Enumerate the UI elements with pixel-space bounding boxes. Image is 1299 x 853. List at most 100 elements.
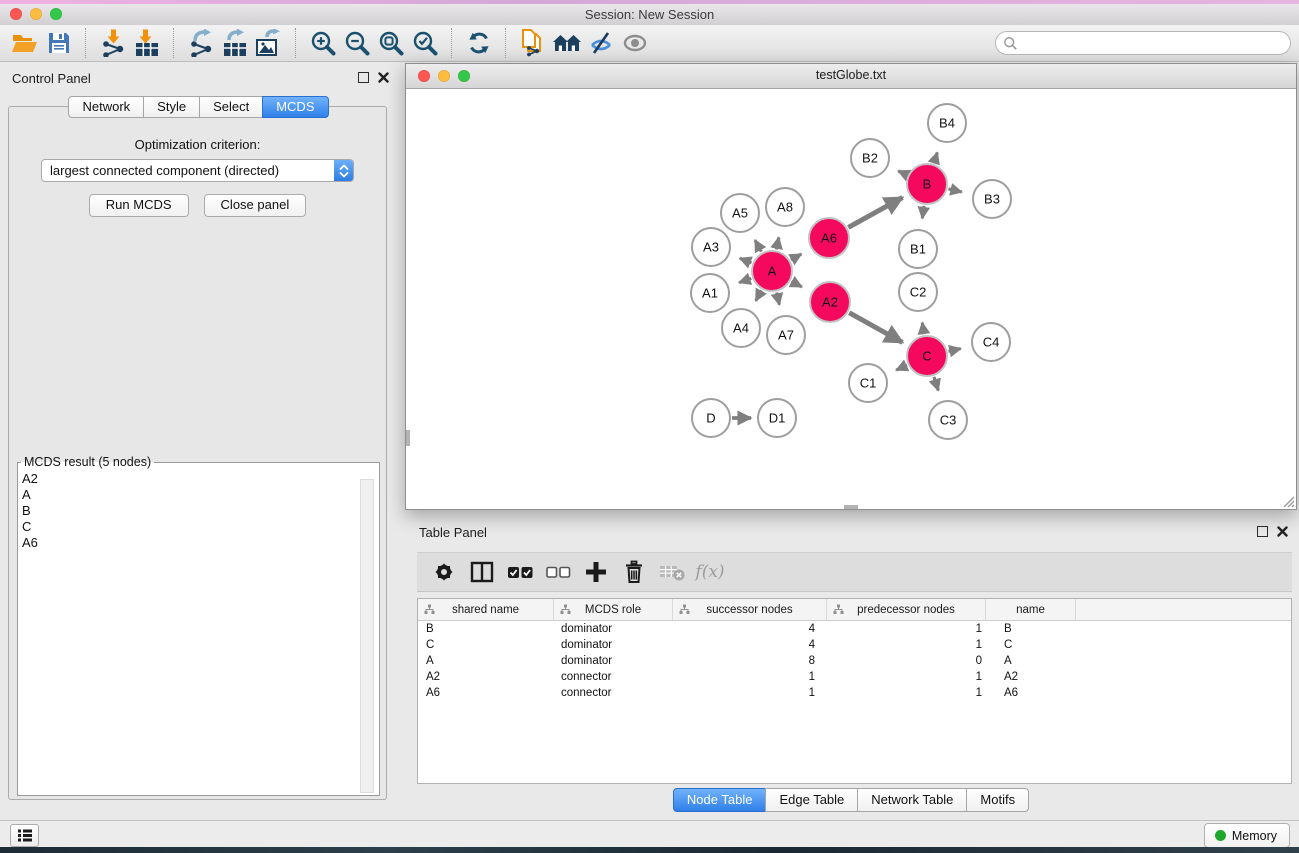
run-mcds-button[interactable]: Run MCDS <box>89 194 189 217</box>
vertical-scroll-thumb[interactable] <box>406 430 410 446</box>
tab-node-table[interactable]: Node Table <box>673 788 767 812</box>
graph-edge-A6-B[interactable] <box>848 198 902 228</box>
table-row[interactable]: A6connector11A6 <box>418 685 1291 701</box>
tab-network-table[interactable]: Network Table <box>857 788 967 812</box>
result-item[interactable]: A <box>22 487 379 503</box>
criterion-dropdown[interactable]: largest connected component (directed) <box>41 159 354 182</box>
tab-mcds[interactable]: MCDS <box>262 96 328 118</box>
graph-node-B[interactable]: B <box>907 164 947 204</box>
memory-button[interactable]: Memory <box>1204 823 1290 848</box>
graph-edge-A-A7[interactable] <box>777 293 780 305</box>
graph-node-B4[interactable]: B4 <box>928 104 966 142</box>
graph-node-A4[interactable]: A4 <box>722 309 760 347</box>
hide-panels-icon[interactable] <box>584 27 618 59</box>
network-canvas[interactable]: B4 B2 B B3 A5A8A6 B1 A3 A A1 C2 A2 A4A7 C4 C C1 C3 D D1 <box>406 89 1296 509</box>
graph-edge-A-A5[interactable] <box>755 240 761 252</box>
float-table-panel-icon[interactable] <box>1257 526 1268 537</box>
table-row[interactable]: Cdominator41C <box>418 637 1291 653</box>
result-item[interactable]: A2 <box>22 471 379 487</box>
import-network-icon[interactable] <box>96 27 130 59</box>
refresh-icon[interactable] <box>462 27 496 59</box>
graph-edge-C-C1[interactable] <box>896 365 907 370</box>
graph-edge-B-B2[interactable] <box>898 171 907 175</box>
table-row[interactable]: Adominator80A <box>418 653 1291 669</box>
task-history-button[interactable] <box>10 824 39 847</box>
search-field[interactable] <box>995 31 1291 55</box>
open-session-icon[interactable] <box>8 27 42 59</box>
home-icon[interactable] <box>550 27 584 59</box>
zoom-in-icon[interactable] <box>306 27 340 59</box>
result-item[interactable]: B <box>22 503 379 519</box>
float-panel-icon[interactable] <box>358 72 369 83</box>
tab-select[interactable]: Select <box>199 96 263 118</box>
graph-node-C[interactable]: C <box>907 336 947 376</box>
split-panel-icon[interactable] <box>463 556 501 588</box>
resize-grip-icon[interactable] <box>1281 494 1295 508</box>
import-table-icon[interactable] <box>130 27 164 59</box>
graph-edge-B-B3[interactable] <box>948 189 961 192</box>
zoom-selected-icon[interactable] <box>408 27 442 59</box>
graph-node-B3[interactable]: B3 <box>973 180 1011 218</box>
graph-edge-C-C2[interactable] <box>922 323 924 335</box>
column-header-shared-name[interactable]: shared name <box>418 599 554 620</box>
graph-edge-A-A4[interactable] <box>756 290 762 301</box>
search-input[interactable] <box>1022 35 1290 51</box>
tab-edge-table[interactable]: Edge Table <box>765 788 858 812</box>
graph-node-A7[interactable]: A7 <box>767 316 805 354</box>
zoom-out-icon[interactable] <box>340 27 374 59</box>
close-table-panel-icon[interactable] <box>1277 526 1288 537</box>
column-header-predecessor-nodes[interactable]: predecessor nodes <box>827 599 986 620</box>
result-scrollbar[interactable] <box>360 479 374 793</box>
graph-node-C4[interactable]: C4 <box>972 323 1010 361</box>
graph-node-C1[interactable]: C1 <box>849 364 887 402</box>
graph-node-D1[interactable]: D1 <box>758 399 796 437</box>
save-session-icon[interactable] <box>42 27 76 59</box>
graph-edge-B-B4[interactable] <box>934 153 937 164</box>
graph-edge-A-A8[interactable] <box>776 237 778 249</box>
graph-node-A6[interactable]: A6 <box>809 218 849 258</box>
tab-motifs[interactable]: Motifs <box>966 788 1029 812</box>
graph-node-A8[interactable]: A8 <box>766 188 804 226</box>
graph-edge-C-C3[interactable] <box>934 377 938 391</box>
close-panel-button[interactable]: Close panel <box>204 194 307 217</box>
table-row[interactable]: A2connector11A2 <box>418 669 1291 685</box>
add-column-icon[interactable] <box>577 556 615 588</box>
graph-node-A[interactable]: A <box>752 251 792 291</box>
graph-node-A2[interactable]: A2 <box>810 282 850 322</box>
delete-column-trash-icon[interactable] <box>615 556 653 588</box>
graph-edge-C-C4[interactable] <box>949 349 961 352</box>
graph-edge-A-A6[interactable] <box>791 254 801 260</box>
graph-edge-A-A1[interactable] <box>739 278 751 282</box>
graph-node-C3[interactable]: C3 <box>929 401 967 439</box>
column-header-mcds-role[interactable]: MCDS role <box>554 599 673 620</box>
table-row[interactable]: Bdominator41B <box>418 621 1291 637</box>
select-all-icon[interactable] <box>501 556 539 588</box>
graph-edge-B-B1[interactable] <box>922 206 924 219</box>
graph-edge-A-A3[interactable] <box>740 258 752 263</box>
export-table-icon[interactable] <box>218 27 252 59</box>
zoom-fit-icon[interactable] <box>374 27 408 59</box>
graph-node-B1[interactable]: B1 <box>899 230 937 268</box>
column-header-successor-nodes[interactable]: successor nodes <box>673 599 827 620</box>
network-from-selection-icon[interactable] <box>516 27 550 59</box>
graph-node-B2[interactable]: B2 <box>851 139 889 177</box>
graph-node-A1[interactable]: A1 <box>691 274 729 312</box>
result-item[interactable]: A6 <box>22 535 379 551</box>
graph-node-C2[interactable]: C2 <box>899 273 937 311</box>
tab-network[interactable]: Network <box>68 96 144 118</box>
column-header-name[interactable]: name <box>986 599 1076 620</box>
export-image-icon[interactable] <box>252 27 286 59</box>
unselect-all-icon[interactable] <box>539 556 577 588</box>
graph-node-A5[interactable]: A5 <box>721 194 759 232</box>
graph-edge-A-A2[interactable] <box>791 281 801 287</box>
close-panel-icon[interactable] <box>378 72 389 83</box>
export-network-icon[interactable] <box>184 27 218 59</box>
graph-node-A3[interactable]: A3 <box>692 228 730 266</box>
graph-node-D[interactable]: D <box>692 399 730 437</box>
horizontal-scroll-thumb[interactable] <box>844 505 858 509</box>
show-eye-icon[interactable] <box>618 27 652 59</box>
table-settings-gear-icon[interactable] <box>425 556 463 588</box>
result-item[interactable]: C <box>22 519 379 535</box>
tab-style[interactable]: Style <box>143 96 200 118</box>
graph-edge-A2-C[interactable] <box>849 313 902 343</box>
